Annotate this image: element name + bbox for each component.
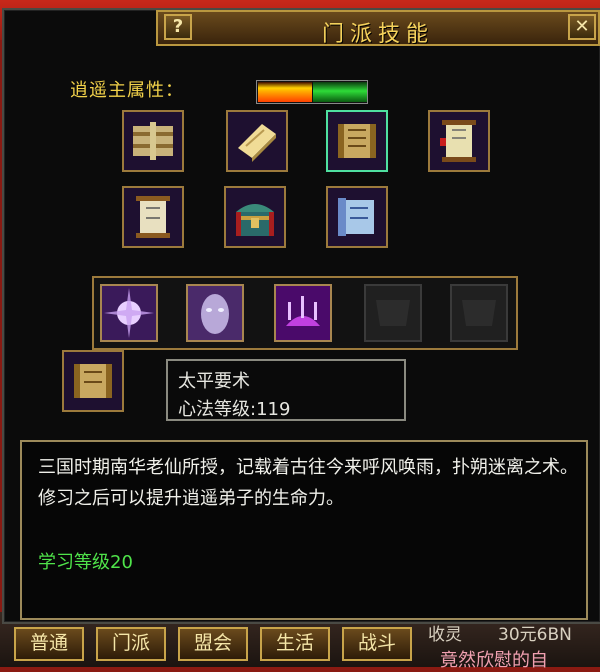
tab-alliance[interactable]: 盟会 <box>178 627 248 661</box>
tab-life[interactable]: 生活 <box>260 627 330 661</box>
skill-slot-1[interactable] <box>100 284 158 342</box>
description-box: 三国时期南华老仙所授，记载着古往今来呼风唤雨，扑朔迷离之术。修习之后可以提升逍遥… <box>20 440 588 620</box>
empty-slot-icon <box>366 286 420 340</box>
scroll-open-icon <box>338 124 376 158</box>
fire-attribute-icon <box>258 82 312 102</box>
background-chat-text: 竟然欣慰的自 <box>440 650 548 671</box>
ghost-face-skill-icon <box>188 286 242 340</box>
empty-slot-icon <box>452 286 506 340</box>
tab-combat[interactable]: 战斗 <box>342 627 412 661</box>
title-bar[interactable]: 门派技能 <box>156 10 600 47</box>
main-attribute-bar <box>256 80 368 104</box>
item-slot-4[interactable] <box>428 110 490 172</box>
help-button[interactable]: ? <box>164 14 192 40</box>
skill-bar <box>92 276 518 350</box>
skill-slot-4 <box>364 284 422 342</box>
learn-level-requirement: 学习等级20 <box>38 552 133 573</box>
scroll-bundle-icon <box>133 122 173 160</box>
scroll-blue-icon <box>338 198 374 236</box>
scroll-icon <box>440 120 476 162</box>
item-slot-1[interactable] <box>122 110 184 172</box>
tab-normal[interactable]: 普通 <box>14 627 84 661</box>
skill-slot-2[interactable] <box>186 284 244 342</box>
skill-slot-5 <box>450 284 508 342</box>
skill-slot-3[interactable] <box>274 284 332 342</box>
poison-attribute-icon <box>313 82 367 102</box>
main-attribute-label: 逍遥主属性： <box>70 80 184 101</box>
tab-sect[interactable]: 门派 <box>96 627 166 661</box>
skill-info-box: 太平要术 心法等级:119 <box>166 359 406 421</box>
item-slot-3[interactable] <box>326 110 388 172</box>
item-slot-7[interactable] <box>326 186 388 248</box>
book-icon <box>238 124 276 162</box>
sect-skill-window: 门派技能 ? ✕ 逍遥主属性： 太平要术 心法等级:119 三国时期南华老仙所授… <box>2 8 600 624</box>
scroll-icon <box>136 196 170 238</box>
item-slot-2[interactable] <box>226 110 288 172</box>
item-slot-5[interactable] <box>122 186 184 248</box>
selected-item-preview <box>62 350 124 412</box>
burst-skill-icon <box>102 286 156 340</box>
chandelier-skill-icon <box>276 286 330 340</box>
window-title: 门派技能 <box>321 22 434 47</box>
skill-name: 太平要术 <box>178 371 250 392</box>
treasure-chest-icon <box>236 204 274 236</box>
scroll-open-icon <box>74 364 112 398</box>
skill-level: 心法等级:119 <box>178 399 291 420</box>
skill-description: 三国时期南华老仙所授，记载着古往今来呼风唤雨，扑朔迷离之术。修习之后可以提升逍遥… <box>38 457 578 509</box>
item-slot-6[interactable] <box>224 186 286 248</box>
close-button[interactable]: ✕ <box>568 14 596 40</box>
